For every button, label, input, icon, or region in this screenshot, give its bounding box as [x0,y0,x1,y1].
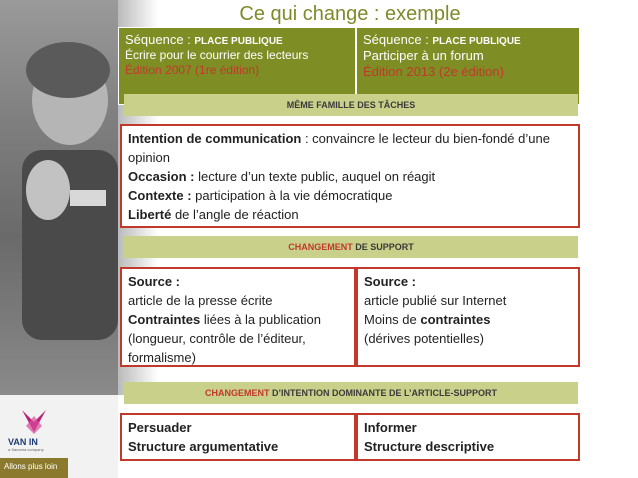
band-changement-intention: Changement d’Intention dominante de l’ar… [124,382,578,404]
task-line-occasion: Occasion : lecture d’un texte public, au… [128,169,436,184]
background-photo [0,0,118,395]
tagline: Allons plus loin [4,462,58,471]
source-right-line2: Moins de contraintes [364,312,491,327]
source-left-line2: Contraintes liées à la publication [128,312,321,327]
source-right-line1: article publié sur Internet [364,293,507,308]
task-line-intention: Intention de communication : convaincre … [128,131,550,165]
source-right-line3: (dérives potentielles) [364,331,484,346]
intent-right-line1: Informer [364,420,417,435]
sequence-left-title: Séquence : Place publique [125,32,283,47]
intent-right-line2: Structure descriptive [364,439,495,454]
sequence-left-subtitle: Écrire pour le courrier des lecteurs [125,48,309,62]
source-left-box: Source : article de la presse écrite Con… [120,267,356,367]
logo-subtitle: a Sanoma company [8,447,44,452]
task-line-contexte: Contexte : participation à la vie démocr… [128,188,393,203]
source-left-label: Source : [128,274,181,289]
source-right-box: Source : article publié sur Internet Moi… [356,267,580,367]
source-left-line3: (longueur, contrôle de l’éditeur, formal… [128,331,306,365]
task-box: Intention de communication : convaincre … [120,124,580,228]
sequence-right-title: Séquence : Place publique [363,32,521,47]
source-left-line1: article de la presse écrite [128,293,273,308]
sequence-right-edition: Édition 2013 (2e édition) [363,64,504,79]
sequence-right-subtitle: Participer à un forum [363,48,484,63]
student-photo-icon [22,42,118,340]
page-title: Ce qui change : exemple [239,3,461,25]
intent-left-line2: Structure argumentative [128,439,279,454]
intent-left-box: Persuader Structure argumentative [120,413,356,461]
band-meme-famille: Même famille des tâches [124,94,578,116]
sequence-left-edition: Édition 2007 (1re édition) [125,63,260,77]
task-line-liberte: Liberté de l’angle de réaction [128,207,299,222]
logo-name: VAN IN [8,437,38,447]
band-changement-support: Changement de support [124,236,578,258]
intent-left-line1: Persuader [128,420,192,435]
intent-right-box: Informer Structure descriptive [356,413,580,461]
source-right-label: Source : [364,274,417,289]
